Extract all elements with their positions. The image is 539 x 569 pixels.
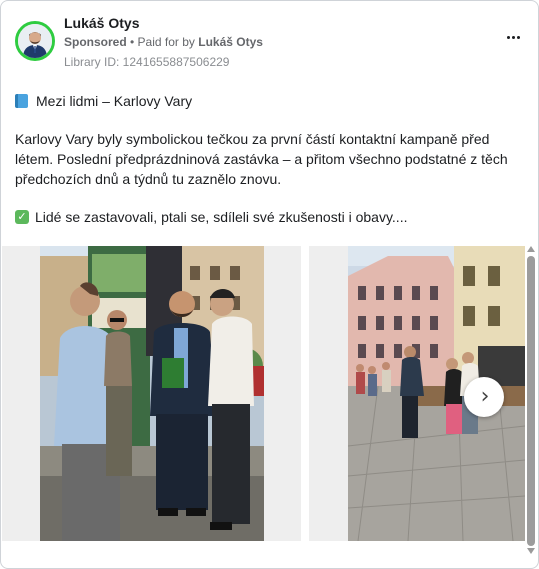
avatar-portrait — [18, 24, 52, 58]
post-heading: Mezi lidmi – Karlovy Vary — [36, 93, 193, 109]
library-id: Library ID: 1241655887506229 — [64, 55, 230, 69]
post-paragraph: Karlovy Vary byly symbolickou tečkou za … — [15, 131, 508, 187]
scroll-down-arrow-icon[interactable] — [527, 548, 535, 554]
more-options-button[interactable] — [501, 29, 525, 45]
book-emoji-icon — [15, 94, 28, 108]
check-mark-emoji-icon: ✓ — [15, 210, 29, 224]
post-body: Mezi lidmi – Karlovy Vary Karlovy Vary b… — [15, 91, 525, 227]
more-dot — [511, 35, 515, 39]
post-header: Lukáš Otys Sponsored • Paid for by Lukáš… — [15, 15, 525, 71]
vertical-scrollbar[interactable] — [526, 246, 536, 556]
scroll-up-arrow-icon[interactable] — [527, 246, 535, 252]
post-bullet: Lidé se zastavovali, ptali se, sdíleli s… — [35, 209, 408, 225]
sponsored-meta: Sponsored • Paid for by Lukáš Otys — [64, 35, 263, 49]
carousel-next-button[interactable]: › — [464, 377, 504, 417]
ad-card: Lukáš Otys Sponsored • Paid for by Lukáš… — [0, 0, 539, 569]
chevron-right-icon: › — [480, 384, 490, 409]
post-heading-line: Mezi lidmi – Karlovy Vary — [15, 91, 525, 111]
carousel-slide[interactable] — [2, 246, 301, 541]
more-horizontal-icon — [506, 35, 510, 39]
meta-separator: • — [126, 35, 138, 49]
paid-for-name[interactable]: Lukáš Otys — [198, 35, 263, 49]
paid-for-prefix: Paid for by — [137, 35, 199, 49]
scroll-thumb[interactable] — [527, 256, 535, 546]
post-bullet-line: ✓ Lidé se zastavovali, ptali se, sdíleli… — [15, 207, 525, 227]
author-name[interactable]: Lukáš Otys — [64, 15, 139, 31]
sponsored-label: Sponsored — [64, 35, 127, 49]
street-conversation-photo — [40, 246, 264, 541]
image-carousel[interactable]: › — [2, 246, 525, 546]
more-dot — [516, 35, 520, 39]
avatar[interactable] — [15, 21, 55, 61]
